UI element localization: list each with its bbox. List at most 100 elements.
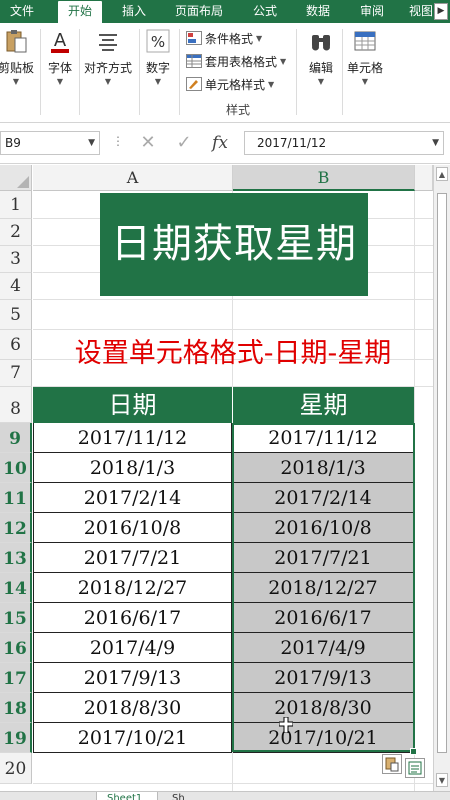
table-format-button[interactable]: 套用表格格式 ▼ <box>186 51 286 71</box>
column-header-c[interactable] <box>415 165 433 191</box>
tab-home[interactable]: 开始 <box>58 1 102 23</box>
sheet-title[interactable]: 日期获取星期 <box>100 193 368 296</box>
tab-review[interactable]: 审阅 <box>352 0 392 23</box>
sheet-tab-sheet1[interactable]: Sheet1 <box>96 792 158 800</box>
number-group[interactable]: % 数字 ▼ <box>142 27 174 86</box>
cell-a12[interactable]: 2016/10/8 <box>33 513 232 543</box>
row-header-19[interactable]: 19 <box>0 723 32 753</box>
fill-handle[interactable] <box>410 748 417 755</box>
header-cell-date[interactable]: 日期 <box>33 387 233 423</box>
cell-b16[interactable]: 2017/4/9 <box>233 633 414 663</box>
cancel-icon[interactable]: ✕ <box>136 132 160 154</box>
row-header-7[interactable]: 7 <box>0 360 32 387</box>
row-header-9[interactable]: 9 <box>0 423 32 453</box>
cell-b15[interactable]: 2016/6/17 <box>233 603 414 633</box>
font-label: 字体 <box>47 61 72 75</box>
cell-styles-icon <box>186 77 202 91</box>
cell-b14[interactable]: 2018/12/27 <box>233 573 414 603</box>
scroll-down-icon[interactable]: ▼ <box>436 773 448 787</box>
cell-a19[interactable]: 2017/10/21 <box>33 723 232 753</box>
cell-styles-button[interactable]: 单元格样式 ▼ <box>186 74 274 94</box>
row-header-15[interactable]: 15 <box>0 603 32 633</box>
ribbon-divider <box>40 29 41 115</box>
name-box-value: B9 <box>5 136 21 150</box>
font-group[interactable]: A 字体 ▼ <box>44 27 76 86</box>
vertical-scrollbar[interactable]: ▲ ▼ <box>433 165 450 791</box>
chevron-down-icon[interactable]: ▼ <box>88 132 95 154</box>
row-header-18[interactable]: 18 <box>0 693 32 723</box>
cell-a11[interactable]: 2017/2/14 <box>33 483 232 513</box>
tab-data[interactable]: 数据 <box>298 0 338 23</box>
formula-bar: B9 ▼ ⋮ ✕ ✓ fx 2017/11/12 ▼ <box>0 124 450 164</box>
scroll-up-icon[interactable]: ▲ <box>436 167 448 181</box>
cell-b9[interactable]: 2017/11/12 <box>233 423 414 453</box>
cell-b10[interactable]: 2018/1/3 <box>233 453 414 483</box>
ribbon-divider <box>179 29 180 115</box>
cell-a16[interactable]: 2017/4/9 <box>33 633 232 663</box>
tab-file[interactable]: 文件 <box>0 0 44 23</box>
paste-icon <box>385 757 399 772</box>
ribbon-home: 剪贴板 ▼ A 字体 ▼ 对齐方式 ▼ % 数字 ▼ 条件格式 ▼ 套用表格格式… <box>0 23 450 123</box>
name-box[interactable]: B9 ▼ <box>0 131 100 155</box>
sheet-tab-sheet2[interactable]: Sh <box>172 792 212 800</box>
insert-function-icon[interactable]: fx <box>208 132 232 154</box>
scrollbar-thumb[interactable] <box>437 193 447 753</box>
cell-b17[interactable]: 2017/9/13 <box>233 663 414 693</box>
chevron-down-icon[interactable]: ▼ <box>432 132 439 154</box>
conditional-format-icon <box>186 31 202 45</box>
paste-options-icon[interactable] <box>382 754 402 774</box>
tab-view[interactable]: 视图 <box>404 0 438 23</box>
align-lines-icon <box>99 34 117 51</box>
row-header-6[interactable]: 6 <box>0 330 32 360</box>
cell-b18[interactable]: 2018/8/30 <box>233 693 414 723</box>
row-header-2[interactable]: 2 <box>0 219 32 246</box>
formula-input[interactable]: 2017/11/12 ▼ <box>244 131 444 155</box>
cell-a10[interactable]: 2018/1/3 <box>33 453 232 483</box>
tab-scroll-right-icon[interactable]: ▶ <box>434 3 448 20</box>
row-header-4[interactable]: 4 <box>0 273 32 300</box>
editing-group[interactable]: 编辑 ▼ <box>304 27 338 86</box>
row-header-13[interactable]: 13 <box>0 543 32 573</box>
column-header-b[interactable]: B <box>233 165 415 191</box>
column-header-a[interactable]: A <box>33 165 233 191</box>
cell-a15[interactable]: 2016/6/17 <box>33 603 232 633</box>
cell-b13[interactable]: 2017/7/21 <box>233 543 414 573</box>
select-all-corner[interactable] <box>0 165 32 191</box>
row-header-5[interactable]: 5 <box>0 300 32 330</box>
formula-bar-grip[interactable]: ⋮ <box>112 134 124 148</box>
row-header-16[interactable]: 16 <box>0 633 32 663</box>
ribbon-tab-bar: 文件 开始 插入 页面布局 公式 数据 审阅 视图 ▶ <box>0 0 450 23</box>
cells-group[interactable]: 单元格 ▼ <box>345 27 385 86</box>
tab-page-layout[interactable]: 页面布局 <box>168 0 230 23</box>
confirm-icon[interactable]: ✓ <box>172 132 196 154</box>
cell-a18[interactable]: 2018/8/30 <box>33 693 232 723</box>
ribbon-divider <box>139 29 140 115</box>
chevron-down-icon: ▼ <box>154 77 162 86</box>
cell-a14[interactable]: 2018/12/27 <box>33 573 232 603</box>
row-header-17[interactable]: 17 <box>0 663 32 693</box>
cell-a17[interactable]: 2017/9/13 <box>33 663 232 693</box>
grid-line <box>414 191 415 791</box>
cell-a13[interactable]: 2017/7/21 <box>33 543 232 573</box>
alignment-group[interactable]: 对齐方式 ▼ <box>82 27 134 86</box>
row-header-8[interactable]: 8 <box>0 387 32 423</box>
row-header-11[interactable]: 11 <box>0 483 32 513</box>
cell-a9[interactable]: 2017/11/12 <box>33 423 232 453</box>
cell-b19[interactable]: 2017/10/21 <box>233 723 414 753</box>
header-cell-weekday[interactable]: 星期 <box>233 387 414 423</box>
row-header-14[interactable]: 14 <box>0 573 32 603</box>
clipboard-group[interactable]: 剪贴板 ▼ <box>0 27 38 86</box>
cell-b11[interactable]: 2017/2/14 <box>233 483 414 513</box>
quick-analysis-icon[interactable] <box>405 758 425 778</box>
cell-b12[interactable]: 2016/10/8 <box>233 513 414 543</box>
tab-formulas[interactable]: 公式 <box>245 0 285 23</box>
tab-insert[interactable]: 插入 <box>113 0 155 23</box>
row-header-10[interactable]: 10 <box>0 453 32 483</box>
row-header-20[interactable]: 20 <box>0 753 32 784</box>
conditional-format-button[interactable]: 条件格式 ▼ <box>186 28 262 48</box>
sheet-subtitle[interactable]: 设置单元格格式-日期-星期 <box>33 336 433 372</box>
row-header-3[interactable]: 3 <box>0 246 32 273</box>
row-header-1[interactable]: 1 <box>0 191 32 219</box>
table-format-label: 套用表格格式 <box>205 54 278 69</box>
row-header-12[interactable]: 12 <box>0 513 32 543</box>
